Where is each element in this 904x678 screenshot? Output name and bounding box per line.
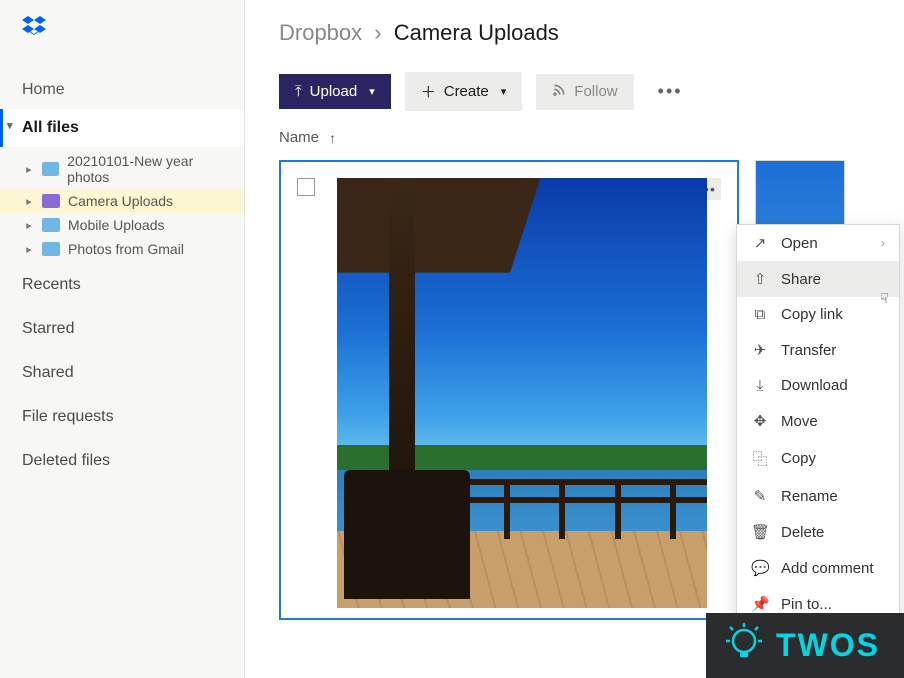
pin-icon: 📌 — [751, 595, 769, 613]
folder-label: Mobile Uploads — [68, 217, 165, 233]
chevron-right-icon: › — [881, 236, 885, 250]
chevron-down-icon: ▾ — [501, 85, 507, 98]
nav-all-files-label: All files — [22, 119, 79, 136]
ctx-transfer[interactable]: ✈ Transfer — [737, 332, 899, 368]
folder-label: Photos from Gmail — [68, 241, 184, 257]
ctx-transfer-label: Transfer — [781, 342, 836, 359]
nav-shared[interactable]: Shared — [0, 351, 244, 395]
lightbulb-icon — [720, 621, 768, 669]
trash-icon: 🗑 — [751, 523, 769, 541]
folder-icon — [42, 218, 60, 232]
chevron-right-icon: › — [374, 20, 381, 45]
upload-label: Upload — [310, 83, 358, 100]
column-header-name[interactable]: Name ↑ — [279, 129, 904, 146]
copy-icon: ⿻ — [751, 448, 769, 469]
breadcrumb: Dropbox › Camera Uploads — [279, 20, 904, 46]
folder-row[interactable]: ▸ Photos from Gmail — [0, 237, 244, 261]
ctx-copy-link[interactable]: ⧉ Copy link — [737, 297, 899, 332]
toolbar: ⤒ Upload ▾ ＋ Create ▾ Follow ••• — [279, 72, 904, 111]
ctx-copy[interactable]: ⿻ Copy — [737, 439, 899, 478]
folder-row[interactable]: ▸ Camera Uploads — [0, 189, 244, 213]
ctx-add-comment[interactable]: 💬 Add comment — [737, 550, 899, 586]
nav-file-requests[interactable]: File requests — [0, 395, 244, 439]
ctx-delete-label: Delete — [781, 524, 824, 541]
ctx-open[interactable]: ↗ Open › — [737, 225, 899, 261]
cursor-icon: ☟ — [880, 290, 889, 307]
breadcrumb-root[interactable]: Dropbox — [279, 20, 362, 45]
link-icon: ⧉ — [751, 306, 769, 323]
ctx-delete[interactable]: 🗑 Delete — [737, 514, 899, 550]
folder-list: ▸ 20210101-New year photos ▸ Camera Uplo… — [0, 147, 244, 263]
download-icon: ⤓ — [751, 377, 769, 394]
dropbox-logo — [22, 14, 244, 43]
folder-label: 20210101-New year photos — [67, 153, 234, 185]
follow-label: Follow — [574, 83, 617, 100]
nav-home[interactable]: Home — [0, 71, 244, 109]
ctx-pin-label: Pin to... — [781, 596, 832, 613]
folder-icon — [42, 242, 60, 256]
share-icon: ⇧ — [751, 270, 769, 288]
rss-icon — [552, 83, 566, 101]
follow-button[interactable]: Follow — [536, 74, 633, 110]
ctx-download-label: Download — [781, 377, 848, 394]
file-thumbnail — [337, 178, 707, 608]
ctx-rename[interactable]: ✎ Rename — [737, 478, 899, 514]
chevron-right-icon: ▸ — [24, 219, 34, 232]
folder-row[interactable]: ▸ 20210101-New year photos — [0, 149, 244, 189]
nav-deleted-files[interactable]: Deleted files — [0, 439, 244, 483]
breadcrumb-current: Camera Uploads — [394, 20, 559, 45]
folder-label: Camera Uploads — [68, 193, 173, 209]
ctx-rename-label: Rename — [781, 488, 838, 505]
paper-plane-icon: ✈ — [751, 341, 769, 359]
chevron-down-icon: ▾ — [369, 85, 375, 98]
pencil-icon: ✎ — [751, 487, 769, 505]
sidebar: Home ▾ All files ▸ 20210101-New year pho… — [0, 0, 245, 678]
chevron-right-icon: ▸ — [24, 163, 34, 176]
upload-button[interactable]: ⤒ Upload ▾ — [279, 74, 391, 109]
create-button[interactable]: ＋ Create ▾ — [405, 72, 523, 111]
create-label: Create — [444, 83, 489, 100]
folder-icon — [42, 162, 59, 176]
watermark-text: TWOS — [776, 627, 880, 664]
ctx-move-label: Move — [781, 413, 818, 430]
context-menu: ↗ Open › ⇧ Share ⧉ Copy link ✈ Transfer … — [736, 224, 900, 623]
ctx-share[interactable]: ⇧ Share — [737, 261, 899, 297]
ctx-download[interactable]: ⤓ Download — [737, 368, 899, 403]
plus-icon: ＋ — [421, 81, 436, 102]
nav-recents[interactable]: Recents — [0, 263, 244, 307]
folder-row[interactable]: ▸ Mobile Uploads — [0, 213, 244, 237]
file-checkbox[interactable] — [297, 178, 315, 196]
chevron-down-icon: ▾ — [7, 119, 13, 132]
column-name-label: Name — [279, 129, 319, 146]
chevron-right-icon: ▸ — [24, 243, 34, 256]
ctx-move[interactable]: ✥ Move — [737, 403, 899, 439]
ctx-share-label: Share — [781, 271, 821, 288]
upload-icon: ⤒ — [295, 83, 302, 100]
ctx-copy-label: Copy — [781, 450, 816, 467]
ctx-copy-link-label: Copy link — [781, 306, 843, 323]
move-icon: ✥ — [751, 412, 769, 430]
watermark: TWOS — [706, 613, 904, 678]
sort-ascending-icon: ↑ — [329, 130, 336, 146]
folder-icon — [42, 194, 60, 208]
ctx-add-comment-label: Add comment — [781, 560, 874, 577]
open-icon: ↗ — [751, 234, 769, 252]
nav-starred[interactable]: Starred — [0, 307, 244, 351]
chevron-right-icon: ▸ — [24, 195, 34, 208]
more-options-button[interactable]: ••• — [648, 75, 693, 108]
comment-icon: 💬 — [751, 559, 769, 577]
ctx-open-label: Open — [781, 235, 818, 252]
file-tile[interactable]: ••• — [279, 160, 739, 620]
nav-all-files[interactable]: ▾ All files — [0, 109, 244, 147]
